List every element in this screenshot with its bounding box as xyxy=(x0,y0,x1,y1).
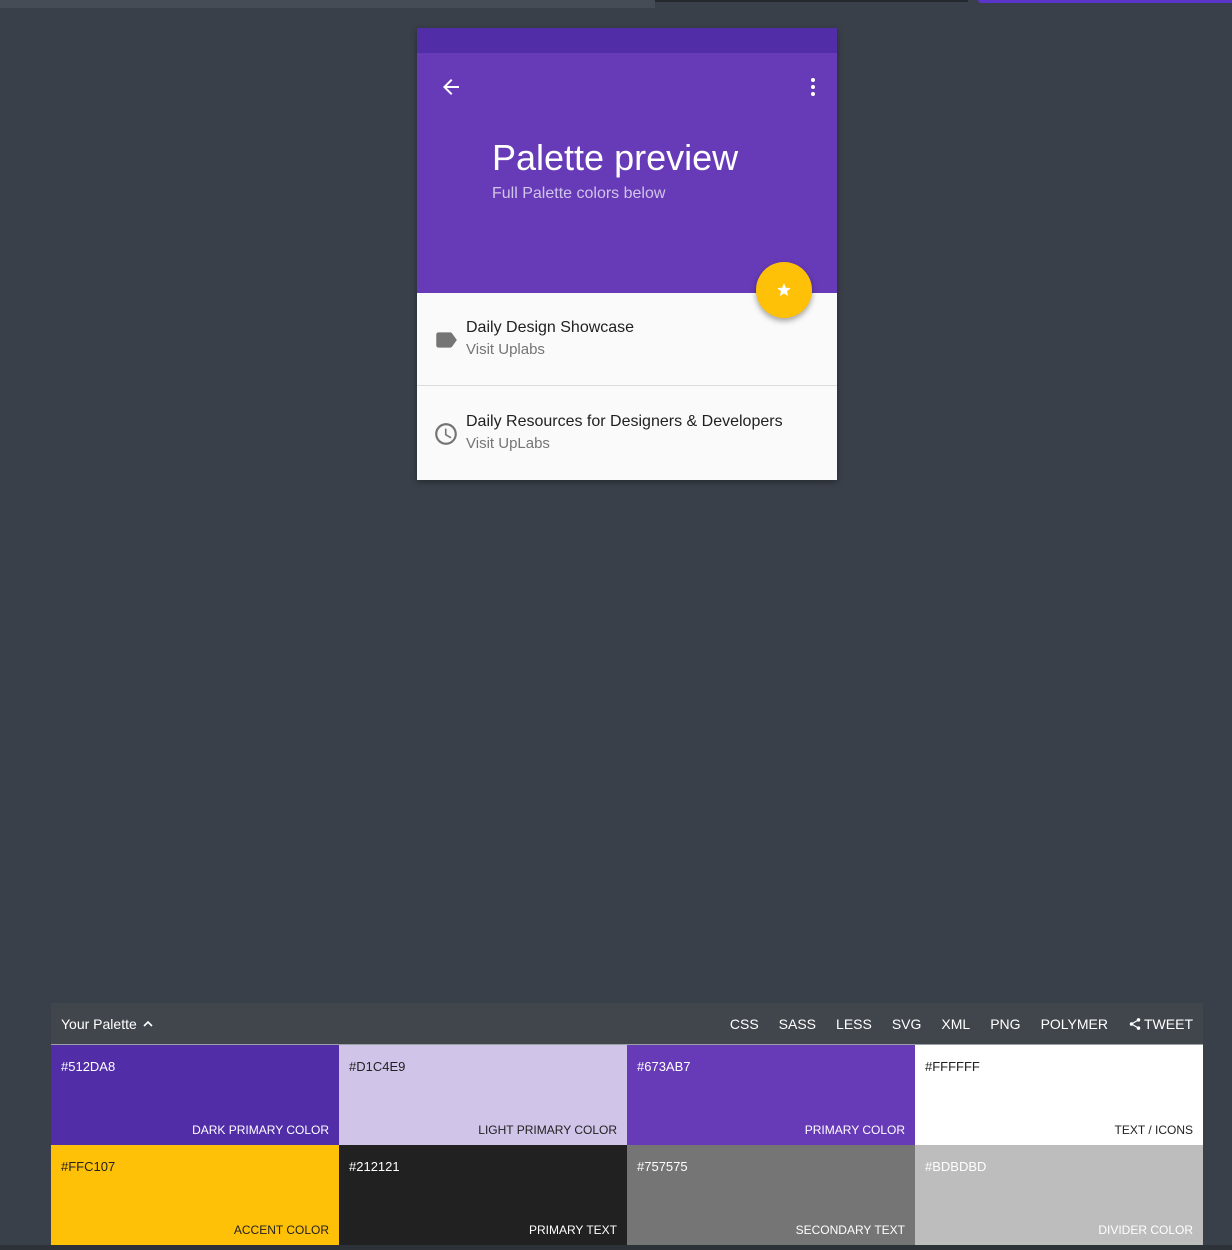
list-item-primary: Daily Resources for Designers & Develope… xyxy=(466,413,783,430)
list-item-secondary: Visit UpLabs xyxy=(466,435,550,452)
palette-header: Your Palette CSS SASS LESS SVG XML PNG P… xyxy=(51,1003,1203,1045)
swatch-hex: #D1C4E9 xyxy=(349,1059,406,1074)
export-polymer[interactable]: POLYMER xyxy=(1041,1016,1108,1032)
share-icon xyxy=(1129,1018,1141,1030)
status-bar xyxy=(417,28,837,53)
swatch-divider[interactable]: #BDBDBD DIVIDER COLOR xyxy=(915,1145,1203,1245)
swatch-light-primary[interactable]: #D1C4E9 LIGHT PRIMARY COLOR xyxy=(339,1045,627,1145)
palette-panel: Your Palette CSS SASS LESS SVG XML PNG P… xyxy=(51,1003,1203,1245)
swatch-label: SECONDARY TEXT xyxy=(795,1223,905,1237)
swatch-label: PRIMARY TEXT xyxy=(528,1223,617,1237)
swatch-hex: #673AB7 xyxy=(637,1059,691,1074)
label-icon xyxy=(433,327,459,353)
export-less[interactable]: LESS xyxy=(836,1016,872,1032)
swatch-text-icons[interactable]: #FFFFFF TEXT / ICONS xyxy=(915,1045,1203,1145)
swatch-label: LIGHT PRIMARY COLOR xyxy=(478,1123,617,1137)
tweet-button[interactable]: TWEET xyxy=(1128,1016,1193,1032)
swatch-label: PRIMARY COLOR xyxy=(804,1123,905,1137)
swatch-hex: #BDBDBD xyxy=(925,1159,987,1174)
list-item-showcase[interactable]: Daily Design Showcase Visit Uplabs xyxy=(417,293,837,385)
export-png[interactable]: PNG xyxy=(990,1016,1020,1032)
export-css[interactable]: CSS xyxy=(730,1016,759,1032)
export-options: CSS SASS LESS SVG XML PNG POLYMER TWEET xyxy=(710,1016,1193,1032)
swatch-accent[interactable]: #FFC107 ACCENT COLOR xyxy=(51,1145,339,1245)
list-item-resources[interactable]: Daily Resources for Designers & Develope… xyxy=(417,387,837,479)
swatch-label: DIVIDER COLOR xyxy=(1098,1223,1193,1237)
tweet-label: TWEET xyxy=(1144,1016,1193,1032)
swatch-hex: #212121 xyxy=(349,1159,400,1174)
export-sass[interactable]: SASS xyxy=(779,1016,816,1032)
app-bar: Palette preview Full Palette colors belo… xyxy=(417,53,837,293)
swatch-label: ACCENT COLOR xyxy=(233,1223,329,1237)
swatch-secondary-text[interactable]: #757575 SECONDARY TEXT xyxy=(627,1145,915,1245)
swatch-grid: #512DA8 DARK PRIMARY COLOR #D1C4E9 LIGHT… xyxy=(51,1045,1203,1245)
swatch-dark-primary[interactable]: #512DA8 DARK PRIMARY COLOR xyxy=(51,1045,339,1145)
swatch-label: TEXT / ICONS xyxy=(1114,1123,1193,1137)
swatch-hex: #512DA8 xyxy=(61,1059,116,1074)
swatch-primary[interactable]: #673AB7 PRIMARY COLOR xyxy=(627,1045,915,1145)
top-strip-left xyxy=(0,0,655,8)
top-strip xyxy=(0,0,1232,8)
chevron-up-icon[interactable] xyxy=(143,1020,153,1027)
swatch-hex: #FFFFFF xyxy=(925,1059,980,1074)
swatch-hex: #757575 xyxy=(637,1159,688,1174)
top-strip-middle xyxy=(655,0,968,2)
preview-title: Palette preview xyxy=(492,137,739,178)
your-palette-toggle[interactable]: Your Palette xyxy=(61,1016,137,1032)
palette-preview-card: Palette preview Full Palette colors belo… xyxy=(417,28,837,480)
list-divider xyxy=(417,385,837,386)
bottom-strip xyxy=(0,1245,1232,1250)
preview-subtitle: Full Palette colors below xyxy=(492,185,666,202)
export-svg[interactable]: SVG xyxy=(892,1016,922,1032)
list-item-primary: Daily Design Showcase xyxy=(466,319,635,336)
swatch-primary-text[interactable]: #212121 PRIMARY TEXT xyxy=(339,1145,627,1245)
clock-icon xyxy=(433,421,459,447)
more-vert-icon[interactable] xyxy=(801,75,825,99)
list-item-secondary: Visit Uplabs xyxy=(466,341,545,358)
top-strip-accent xyxy=(978,0,1232,3)
export-xml[interactable]: XML xyxy=(941,1016,970,1032)
back-arrow-icon[interactable] xyxy=(439,75,463,99)
swatch-label: DARK PRIMARY COLOR xyxy=(192,1123,329,1137)
swatch-hex: #FFC107 xyxy=(61,1159,116,1174)
